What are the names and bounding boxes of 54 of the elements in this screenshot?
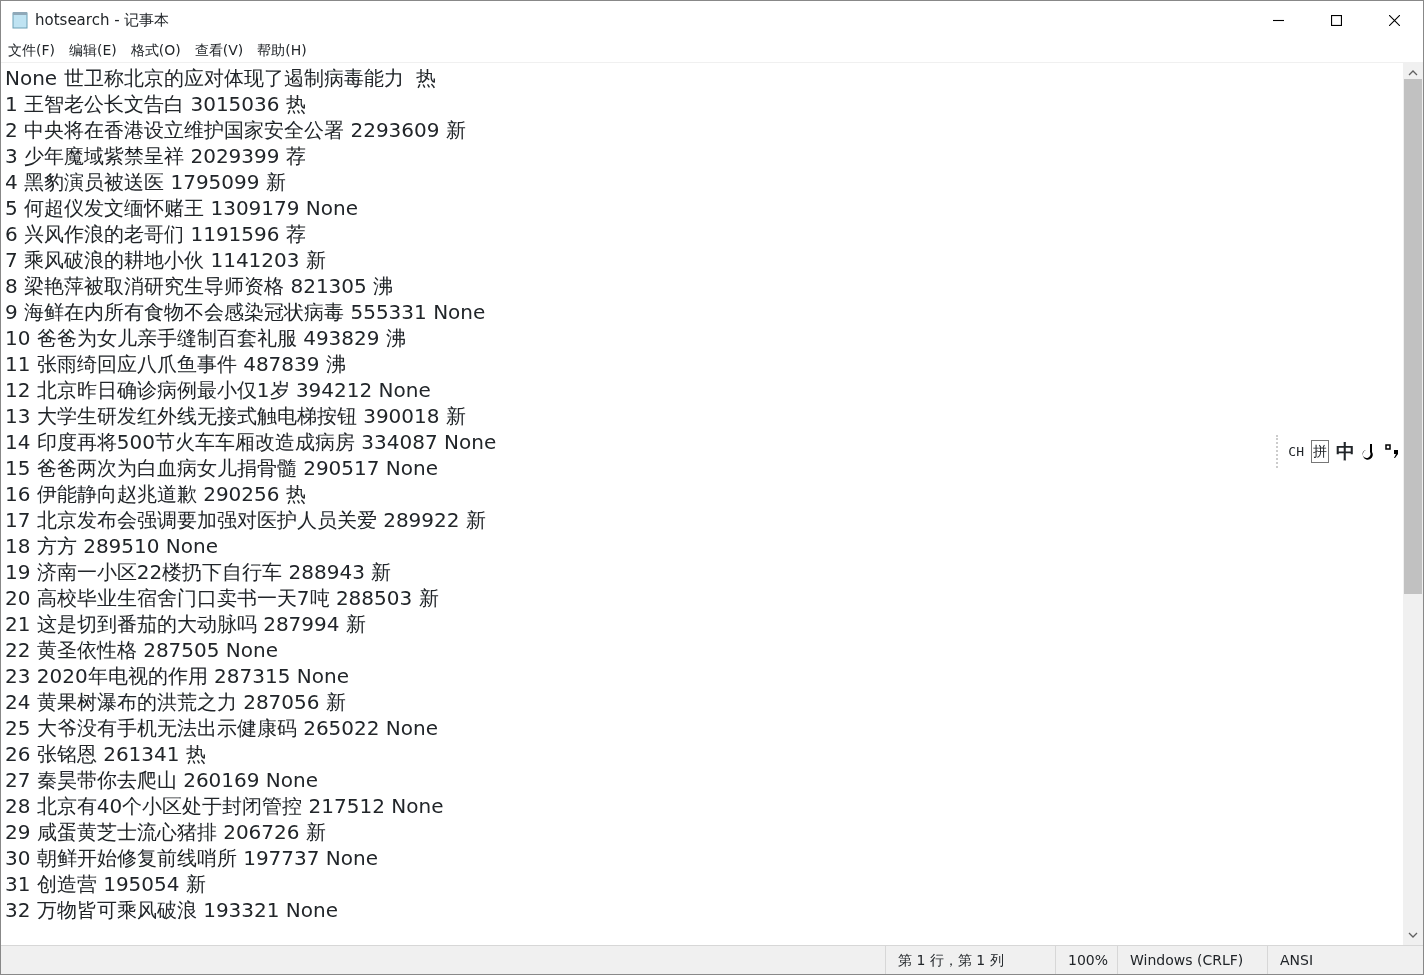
text-line: 30 朝鲜开始修复前线哨所 197737 None [5, 845, 379, 871]
scroll-thumb[interactable] [1404, 79, 1422, 594]
text-line: 5 何超仪发文缅怀赌王 1309179 None [5, 195, 359, 221]
status-text: Windows (CRLF) [1117, 946, 1267, 974]
text-line: 4 黑豹演员被送医 1795099 新 [5, 169, 286, 195]
text-line: 22 黄圣依性格 287505 None [5, 637, 279, 663]
status-text: 第 1 行，第 1 列 [885, 946, 1055, 974]
text-line: 11 张雨绮回应八爪鱼事件 487839 沸 [5, 351, 346, 377]
text-line: 2 中央将在香港设立维护国家安全公署 2293609 新 [5, 117, 466, 143]
text-line: 26 张铭恩 261341 热 [5, 741, 206, 767]
text-line: 21 这是切到番茄的大动脉吗 287994 新 [5, 611, 366, 637]
ime-button[interactable]: 中 [1336, 437, 1355, 466]
text-line: 25 大爷没有手机无法出示健康码 265022 None [5, 715, 439, 741]
ime-button[interactable]: 拼 [1311, 439, 1329, 463]
menu-item[interactable]: 文件(F) [1, 40, 62, 61]
maximize-icon [1330, 14, 1342, 26]
window-title: hotsearch - 记事本 [35, 9, 170, 31]
text-line: 1 王智老公长文告白 3015036 热 [5, 91, 306, 117]
text-line: 14 印度再将500节火车车厢改造成病房 334087 None [5, 429, 497, 455]
notepad-icon [11, 11, 29, 29]
menu-item[interactable]: 编辑(E) [62, 40, 124, 61]
close-icon [1388, 14, 1400, 26]
text-line: 31 创造营 195054 新 [5, 871, 206, 897]
text-line: None 世卫称北京的应对体现了遏制病毒能力 热 [5, 65, 437, 91]
text-line: 28 北京有40个小区处于封闭管控 217512 None [5, 793, 444, 819]
text-line: 8 梁艳萍被取消研究生导师资格 821305 沸 [5, 273, 394, 299]
text-line: 29 咸蛋黄芝士流心猪排 206726 新 [5, 819, 326, 845]
text-line: 20 高校毕业生宿舍门口卖书一天7吨 288503 新 [5, 585, 439, 611]
scroll-down-icon[interactable] [1408, 931, 1418, 939]
text-line: 7 乘风破浪的耕地小伙 1141203 新 [5, 247, 326, 273]
text-line: 13 大学生研发红外线无接式触电梯按钮 390018 新 [5, 403, 466, 429]
text-line: 15 爸爸两次为白血病女儿捐骨髓 290517 None [5, 455, 439, 481]
text-line: 6 兴风作浪的老哥们 1191596 荐 [5, 221, 306, 247]
punctuation-icon[interactable] [1385, 443, 1399, 460]
text-line: 10 爸爸为女儿亲手缝制百套礼服 493829 沸 [5, 325, 406, 351]
text-line: 16 伊能静向赵兆道歉 290256 热 [5, 481, 306, 507]
text-line: 18 方方 289510 None [5, 533, 219, 559]
text-line: 32 万物皆可乘风破浪 193321 None [5, 897, 339, 923]
text-line: 24 黄果树瀑布的洪荒之力 287056 新 [5, 689, 346, 715]
menu-item[interactable]: 查看(V) [187, 40, 251, 61]
text-line: 27 秦昊带你去爬山 260169 None [5, 767, 319, 793]
menu-item[interactable]: 格式(O) [123, 40, 188, 61]
scrollbar[interactable] [1403, 63, 1423, 945]
text-line: 9 海鲜在内所有食物不会感染冠状病毒 555331 None [5, 299, 486, 325]
text-line: 17 北京发布会强调要加强对医护人员关爱 289922 新 [5, 507, 486, 533]
text-line: 3 少年魔域紫禁呈祥 2029399 荐 [5, 143, 306, 169]
scroll-up-icon[interactable] [1408, 69, 1418, 77]
text-line: 19 济南一小区22楼扔下自行车 288943 新 [5, 559, 392, 585]
menu-item[interactable]: 帮助(H) [250, 40, 314, 61]
status-text: 100% [1055, 946, 1117, 974]
status-text: ANSI [1267, 946, 1347, 974]
ime-button[interactable]: CH [1288, 441, 1304, 461]
text-line: 23 2020年电视的作用 287315 None [5, 663, 349, 689]
text-line: 12 北京昨日确诊病例最小仅1岁 394212 None [5, 377, 431, 403]
